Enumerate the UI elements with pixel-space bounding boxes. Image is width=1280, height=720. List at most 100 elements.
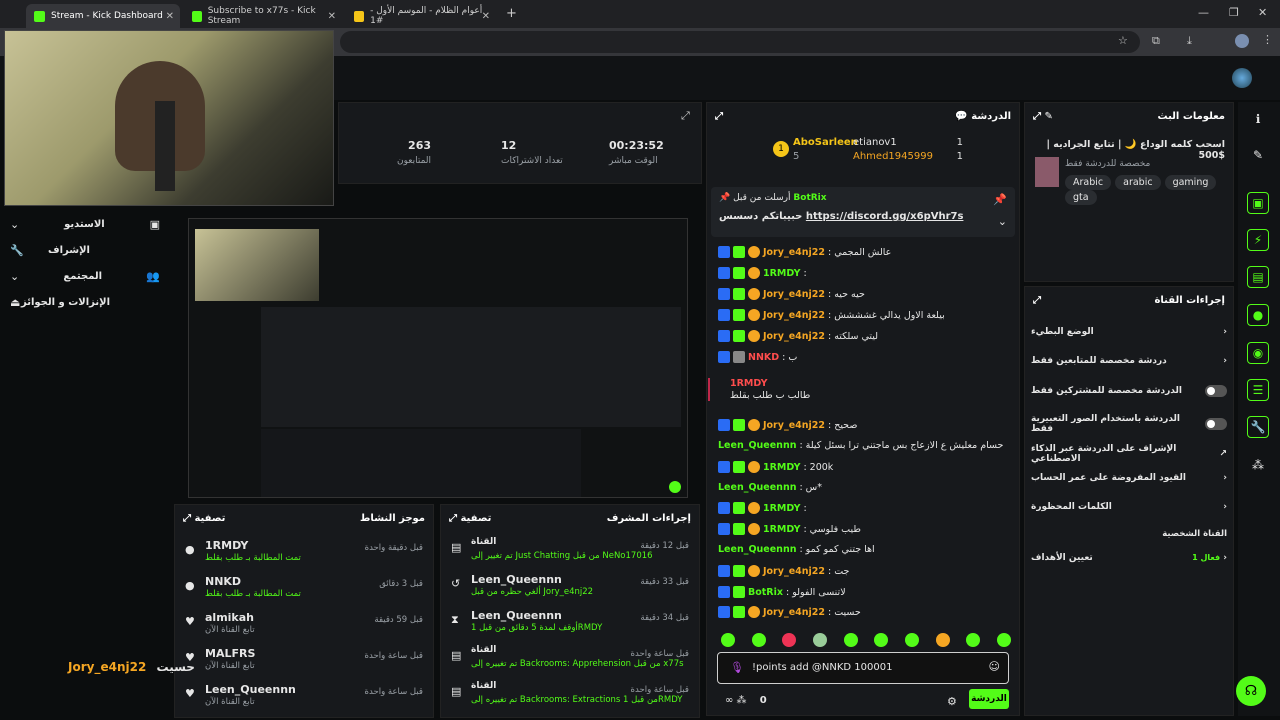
followers-only-row[interactable]: دردشة مخصصة للمتابعين فقط › [1031, 356, 1227, 366]
expand-icon[interactable]: ⤢ [1033, 111, 1041, 122]
wrench-icon[interactable]: 🔧 [1247, 416, 1269, 438]
chat-message[interactable]: BotRix: لاتنسى الفولو [718, 586, 846, 598]
nav-studio[interactable]: ⌄ الاستديو ▣ [10, 218, 160, 231]
list-item[interactable]: ● 1RMDY تمت المطالبة بـ طلب بقلط قبل دقي… [183, 539, 427, 575]
expand-icon[interactable]: ⤢ [1033, 295, 1041, 306]
chat-redeem-message[interactable]: 1RMDY طالب ب طلب بقلط [708, 378, 810, 401]
chat-message[interactable]: Jory_e4nj22: ليتي سلكته [718, 330, 878, 342]
pen-icon[interactable]: ✎ [1247, 144, 1269, 166]
url-input[interactable] [340, 31, 1140, 53]
list-item[interactable]: ♥ MALFRS تابع القناة الآن قبل ساعة واحدة [183, 647, 427, 683]
list-item[interactable]: ♥ Leen_Queennn تابع القناة الآن قبل ساعة… [183, 683, 427, 719]
list-item[interactable]: ↺ Leen_Queennn ألغي حظره من قبل Jory_e4n… [449, 573, 693, 609]
download-icon[interactable]: ⤓ [1187, 34, 1192, 48]
close-tab-icon[interactable]: ✕ [166, 11, 174, 22]
community-icon[interactable]: ⁂ [1247, 454, 1269, 476]
emote-icon[interactable] [843, 633, 858, 647]
emote-only-toggle[interactable] [1205, 418, 1227, 430]
browser-tab-dashboard[interactable]: Stream - Kick Dashboard ✕ [26, 4, 180, 28]
expand-icon[interactable]: ⤢ [681, 109, 690, 123]
chat-message[interactable]: Jory_e4nj22: جت [718, 565, 849, 577]
new-tab-button[interactable]: + [506, 6, 517, 21]
top-gifter-2[interactable]: etianov1 1 [853, 137, 963, 148]
banned-words-row[interactable]: الكلمات المحظورة › [1031, 502, 1227, 512]
ai-moderation-row[interactable]: الإشراف على الدردشة عبر الذكاء الاصطناعي… [1031, 444, 1227, 464]
emote-icon[interactable] [935, 633, 950, 647]
edit-icon[interactable]: ✎ [1044, 111, 1052, 122]
chat-message[interactable]: Jory_e4nj22: بيلعة الاول يدالي غشششش [718, 309, 945, 321]
close-tab-icon[interactable]: ✕ [328, 11, 336, 22]
emote-icon[interactable] [751, 633, 766, 647]
restore-button[interactable]: ❐ [1229, 6, 1239, 19]
stream-preview[interactable] [188, 218, 688, 498]
browser-tab-video[interactable]: أعوام الظلام - الموسم الأول - #1 ✕ [346, 4, 496, 28]
chat-message[interactable]: Jory_e4nj22: صحيح [718, 419, 857, 431]
expand-icon[interactable]: ⤢ تصفية [183, 513, 225, 524]
slow-mode-row[interactable]: الوضع البطيء › [1031, 327, 1227, 337]
pinned-link[interactable]: https://discord.gg/x6pVhr7s [806, 211, 964, 222]
emote-icon[interactable] [904, 633, 919, 647]
account-age-row[interactable]: القيود المفروضة على عمر الحساب › [1031, 473, 1227, 483]
browser-menu-icon[interactable]: ⋮ [1262, 33, 1273, 46]
info-icon[interactable]: ℹ [1247, 108, 1269, 130]
tag[interactable]: Arabic [1065, 175, 1112, 190]
emote-icon[interactable] [812, 633, 827, 647]
top-gifter-3[interactable]: Ahmed1945999 1 [853, 151, 963, 162]
chevron-down-icon[interactable]: ⌄ [998, 215, 1007, 228]
emote-icon[interactable] [874, 633, 889, 647]
user-avatar[interactable] [1232, 68, 1252, 88]
stats-widget-icon[interactable]: ▣ [1247, 192, 1269, 214]
subscribers-only-row[interactable]: الدردشة مخصصة للمشتركين فقط [1031, 385, 1227, 397]
close-window-button[interactable]: ✕ [1258, 6, 1267, 19]
lightning-icon[interactable]: ⚡ [1247, 229, 1269, 251]
chat-message[interactable]: 1RMDY: طيب فلوسي [718, 523, 861, 535]
list-item[interactable]: ▤ القناة تم تغييره إلى Backrooms: Extrac… [449, 681, 693, 717]
broadcast-icon[interactable]: ◉ [1247, 342, 1269, 364]
send-chat-button[interactable]: الدردشة [969, 689, 1009, 709]
bookmark-star-icon[interactable]: ☆ [1118, 34, 1128, 47]
settings-gear-icon[interactable]: ⚙ [947, 695, 957, 708]
expand-icon[interactable]: ⤢ تصفية [449, 513, 491, 524]
unpin-icon[interactable]: 📌 [993, 193, 1007, 206]
emote-only-row[interactable]: الدردشة باستخدام الصور التعبيرية فقط [1031, 414, 1227, 434]
goals-row[interactable]: تعيين الأهداف 1 فعال › [1031, 553, 1227, 563]
emote-icon[interactable] [966, 633, 981, 647]
chat-bubble-icon[interactable]: ● [1247, 304, 1269, 326]
extensions-icon[interactable]: ⧉ [1152, 34, 1160, 48]
chat-message[interactable]: 1RMDY: [718, 502, 810, 514]
chat-message[interactable]: Jory_e4nj22: حيه حيه [718, 288, 865, 300]
emote-icon[interactable] [996, 633, 1011, 647]
tag[interactable]: arabic [1115, 175, 1161, 190]
list-item[interactable]: ⧗ Leen_Queennn أوقف لمدة 5 دقائق من قبل … [449, 609, 693, 645]
chat-message[interactable]: Jory_e4nj22: حسيت [718, 606, 861, 618]
chat-message[interactable]: NNKD: ب [718, 351, 797, 363]
emote-icon[interactable] [782, 633, 797, 647]
nav-drops[interactable]: ⏏ الإنزالات و الجوائز [10, 296, 110, 309]
expand-icon[interactable]: ⤢ [715, 111, 723, 122]
chat-message[interactable]: Leen_Queennn: اها جتني كمو كمو [718, 544, 875, 555]
list-item[interactable]: ▤ القناة تم تغيير إلى Just Chatting من ق… [449, 537, 693, 573]
list-item[interactable]: ● NNKD تمت المطالبة بـ طلب بقلط قبل 3 دق… [183, 575, 427, 611]
list-item[interactable]: ▤ القناة تم تغييره إلى Backrooms: Appreh… [449, 645, 693, 681]
chat-message[interactable]: Jory_e4nj22: عالش المجمي [718, 246, 891, 258]
document-icon[interactable]: ▤ [1247, 266, 1269, 288]
browser-tab-subscribe[interactable]: Subscribe to x77s - Kick Stream ✕ [184, 4, 342, 28]
nav-moderation[interactable]: 🔧 الإشراف [10, 244, 90, 257]
subscribers-only-toggle[interactable] [1205, 385, 1227, 397]
close-tab-icon[interactable]: ✕ [482, 11, 490, 22]
chat-message[interactable]: Leen_Queennn: حسام معليش ع الازعاج بس ما… [718, 440, 1003, 451]
tag[interactable]: gta [1065, 190, 1097, 205]
profile-avatar[interactable] [1235, 34, 1249, 48]
chat-message[interactable]: Leen_Queennn: س* [718, 482, 822, 493]
list-icon[interactable]: ☰ [1247, 379, 1269, 401]
support-headset-icon[interactable]: ☊ [1236, 676, 1266, 706]
chat-input[interactable]: 🎙 !points add @NNKD 100001 ☺ [717, 652, 1009, 684]
tag[interactable]: gaming [1164, 175, 1217, 190]
nav-community[interactable]: ⌄ المجتمع 👥 [10, 270, 160, 283]
chat-message[interactable]: 1RMDY: 200k [718, 461, 833, 473]
mic-icon[interactable]: 🎙 [730, 661, 744, 674]
emoji-icon[interactable]: ☺ [989, 660, 1000, 673]
chat-message[interactable]: 1RMDY: [718, 267, 810, 279]
minimize-button[interactable]: — [1198, 6, 1209, 19]
emote-icon[interactable] [721, 633, 735, 647]
